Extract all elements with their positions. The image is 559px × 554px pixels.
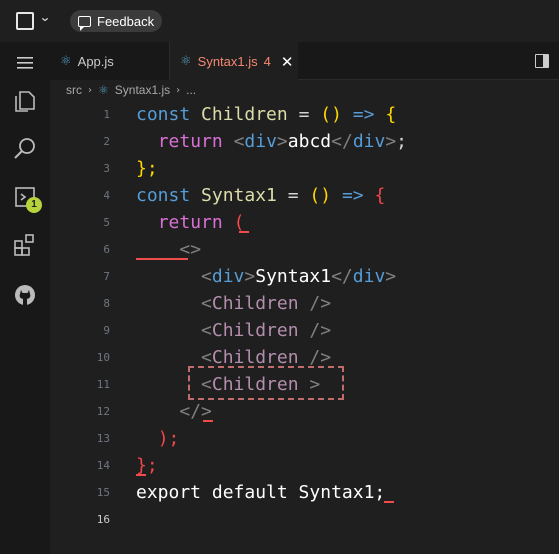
code-line[interactable]: const Children = () => { <box>136 101 396 128</box>
github-icon[interactable] <box>12 282 38 308</box>
line-number: 16 <box>96 513 110 526</box>
line-number: 1 <box>103 108 110 121</box>
react-icon: ⚛ <box>60 53 72 69</box>
activity-bar: 1 <box>0 42 50 554</box>
error-underline <box>203 420 213 422</box>
chevron-down-icon[interactable]: ⌄ <box>39 10 51 24</box>
react-icon: ⚛ <box>180 54 192 69</box>
tab-bar: ⚛ App.js ⚛ Syntax1.js 4 ✕ <box>50 42 559 80</box>
split-editor-icon[interactable] <box>535 54 549 68</box>
chevron-right-icon: › <box>88 84 92 96</box>
line-number: 7 <box>103 270 110 283</box>
tab-syntax1-js[interactable]: ⚛ Syntax1.js 4 ✕ <box>170 42 298 80</box>
notification-badge: 1 <box>26 197 42 213</box>
code-line[interactable]: const Syntax1 = () => { <box>136 182 385 209</box>
tab-label: App.js <box>77 53 114 69</box>
feedback-label: Feedback <box>97 13 155 29</box>
code-line[interactable]: <Children /> <box>136 290 331 317</box>
line-number: 3 <box>103 162 110 175</box>
code-line[interactable]: </> <box>136 398 212 425</box>
line-number: 15 <box>96 486 110 499</box>
line-number: 9 <box>103 324 110 337</box>
menu-icon[interactable] <box>12 50 38 76</box>
problems-count: 4 <box>263 54 271 69</box>
breadcrumb: src › ⚛ Syntax1.js › ... <box>50 80 559 100</box>
tab-label: Syntax1.js <box>197 54 258 69</box>
line-number: 8 <box>103 297 110 310</box>
explorer-icon[interactable] <box>12 88 38 114</box>
line-number: 4 <box>103 189 110 202</box>
line-number: 2 <box>103 135 110 148</box>
code-line[interactable]: <Children /> <box>136 317 331 344</box>
search-icon[interactable] <box>12 136 38 162</box>
line-number: 10 <box>96 351 110 364</box>
code-line[interactable]: return ( <box>136 209 245 236</box>
extensions-icon[interactable] <box>12 232 38 258</box>
error-underline <box>136 474 146 476</box>
code-line[interactable]: return <div>abcd</div>; <box>136 128 407 155</box>
line-number: 13 <box>96 432 110 445</box>
title-bar: ⌄ Feedback <box>0 0 559 42</box>
line-number: 11 <box>96 378 110 391</box>
breadcrumb-more[interactable]: ... <box>186 83 196 97</box>
code-line[interactable]: <div>Syntax1</div> <box>136 263 396 290</box>
code-line[interactable]: ); <box>136 425 180 452</box>
react-icon: ⚛ <box>98 83 109 97</box>
feedback-icon <box>78 15 91 31</box>
line-number: 6 <box>103 243 110 256</box>
highlight-box <box>188 366 344 400</box>
error-underline <box>239 231 249 233</box>
line-number: 14 <box>96 459 110 472</box>
breadcrumb-folder[interactable]: src <box>66 83 82 97</box>
line-number: 12 <box>96 405 110 418</box>
close-icon[interactable]: ✕ <box>281 53 294 71</box>
error-underline <box>384 501 394 503</box>
line-number: 5 <box>103 216 110 229</box>
layout-square-icon[interactable] <box>16 12 34 30</box>
code-line[interactable]: }; <box>136 155 158 182</box>
error-underline <box>136 258 188 260</box>
chevron-right-icon: › <box>176 84 181 96</box>
code-editor[interactable]: 1 const Children = () => { 2 return <div… <box>50 100 559 554</box>
feedback-button[interactable]: Feedback <box>70 10 163 32</box>
code-line[interactable]: export default Syntax1; <box>136 479 385 506</box>
tab-app-js[interactable]: ⚛ App.js <box>50 42 170 80</box>
breadcrumb-file[interactable]: Syntax1.js <box>115 83 170 97</box>
